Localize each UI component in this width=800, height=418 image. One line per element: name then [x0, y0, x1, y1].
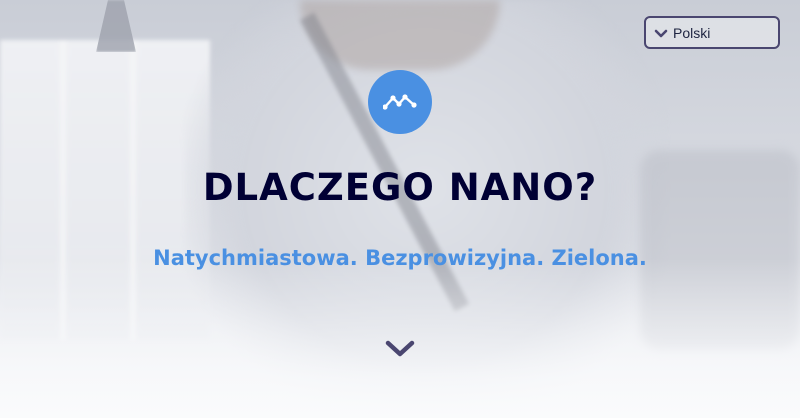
chevron-down-icon: [654, 26, 668, 40]
scroll-down-button[interactable]: [382, 336, 418, 362]
background-lamp: [96, 0, 136, 52]
chevron-down-icon: [385, 340, 415, 357]
page-title: DLACZEGO NANO?: [202, 166, 598, 209]
language-select-label: Polski: [673, 24, 711, 41]
language-select[interactable]: Polski: [644, 16, 780, 49]
hero-subtitle: Natychmiastowa. Bezprowizyjna. Zielona.: [153, 246, 647, 270]
nano-logo-icon: [368, 70, 432, 134]
